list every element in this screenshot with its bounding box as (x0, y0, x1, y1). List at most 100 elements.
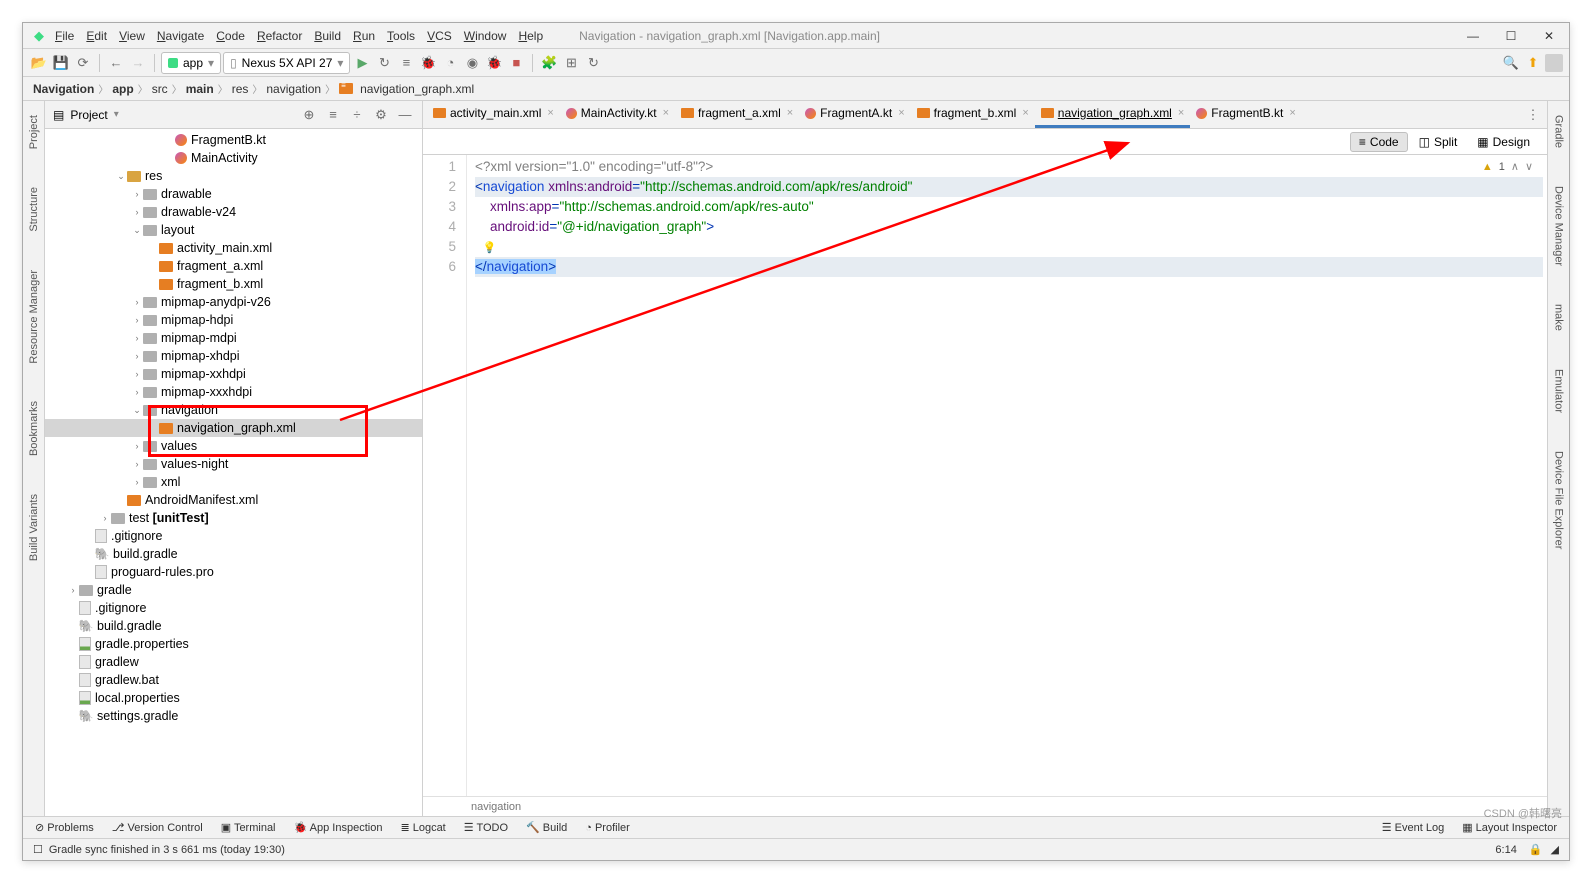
menu-navigate[interactable]: Navigate (151, 27, 210, 45)
tool-build[interactable]: 🔨 Build (526, 821, 567, 834)
tree-item[interactable]: proguard-rules.pro (45, 563, 422, 581)
tool-window-device-manager[interactable]: Device Manager (1553, 182, 1565, 270)
tree-item[interactable]: .gitignore (45, 599, 422, 617)
tree-item[interactable]: ⌄layout (45, 221, 422, 239)
editor-tab[interactable]: activity_main.xml× (427, 102, 560, 128)
editor-tab[interactable]: MainActivity.kt× (560, 102, 675, 128)
tree-item[interactable]: gradlew (45, 653, 422, 671)
editor-tab[interactable]: FragmentB.kt× (1190, 102, 1301, 128)
tree-item[interactable]: ›mipmap-hdpi (45, 311, 422, 329)
editor-tab[interactable]: fragment_a.xml× (675, 102, 799, 128)
expand-icon[interactable]: ≡ (324, 106, 342, 124)
tabs-menu-icon[interactable]: ⋮ (1523, 105, 1543, 125)
tree-item[interactable]: ⌄res (45, 167, 422, 185)
device-selector[interactable]: ▯ Nexus 5X API 27▾ (223, 52, 350, 74)
editor-tab[interactable]: fragment_b.xml× (911, 102, 1035, 128)
menu-help[interactable]: Help (512, 27, 549, 45)
tool-window-gradle[interactable]: Gradle (1553, 111, 1565, 152)
settings-icon[interactable]: ⚙ (372, 106, 390, 124)
close-button[interactable]: ✕ (1541, 28, 1557, 44)
tree-item[interactable]: local.properties (45, 689, 422, 707)
tree-item[interactable]: FragmentB.kt (45, 131, 422, 149)
tree-item[interactable]: 🐘settings.gradle (45, 707, 422, 725)
target-icon[interactable]: ⊕ (300, 106, 318, 124)
project-view-selector[interactable]: Project (70, 108, 107, 122)
breadcrumb-item[interactable]: app (112, 82, 133, 96)
tool-window-device-file-explorer[interactable]: Device File Explorer (1553, 447, 1565, 553)
tree-item[interactable]: ⌄navigation (45, 401, 422, 419)
tool-logcat[interactable]: ≣ Logcat (400, 821, 445, 834)
tree-item[interactable]: ›gradle (45, 581, 422, 599)
split-view-button[interactable]: ◫Split (1410, 132, 1467, 152)
breadcrumb-item[interactable]: navigation (266, 82, 321, 96)
sync-gradle-icon[interactable]: ↻ (583, 53, 603, 73)
menu-vcs[interactable]: VCS (421, 27, 458, 45)
tool-app-inspection[interactable]: 🐞 App Inspection (294, 821, 383, 834)
menu-view[interactable]: View (113, 27, 151, 45)
tool-terminal[interactable]: ▣ Terminal (221, 821, 276, 834)
menu-window[interactable]: Window (458, 27, 513, 45)
attach-icon[interactable]: ◉ (462, 53, 482, 73)
tool-window-build-variants[interactable]: Build Variants (28, 490, 40, 565)
tree-item[interactable]: ›xml (45, 473, 422, 491)
tree-item[interactable]: 🐘build.gradle (45, 617, 422, 635)
tool-version-control[interactable]: ⎇ Version Control (112, 821, 203, 834)
tool-todo[interactable]: ☰ TODO (464, 821, 508, 834)
tool-layout-inspector[interactable]: ▦ Layout Inspector (1462, 821, 1557, 834)
module-selector[interactable]: app▾ (161, 52, 221, 74)
coverage-icon[interactable]: ↻ (374, 53, 394, 73)
inspection-widget[interactable]: ▲1 ∧∨ (1482, 157, 1533, 177)
breadcrumb-item[interactable]: Navigation (33, 82, 94, 96)
error-stripe[interactable] (1535, 155, 1547, 796)
tree-item[interactable]: ›drawable (45, 185, 422, 203)
tree-item[interactable]: activity_main.xml (45, 239, 422, 257)
tool-event-log[interactable]: ☰ Event Log (1382, 821, 1444, 834)
run-button[interactable]: ▶ (352, 53, 372, 73)
menu-file[interactable]: File (49, 27, 80, 45)
stop-icon[interactable]: 🐞 (484, 53, 504, 73)
tree-item[interactable]: ›mipmap-xxxhdpi (45, 383, 422, 401)
editor-tab[interactable]: FragmentA.kt× (799, 102, 910, 128)
avd-icon[interactable]: 🧩 (539, 53, 559, 73)
tree-item[interactable]: ›values (45, 437, 422, 455)
tree-item[interactable]: navigation_graph.xml (45, 419, 422, 437)
notifications-icon[interactable]: ⬆ (1523, 53, 1543, 73)
tree-item[interactable]: fragment_b.xml (45, 275, 422, 293)
tool-window-resource-manager[interactable]: Resource Manager (28, 266, 40, 368)
design-view-button[interactable]: ▦Design (1468, 132, 1539, 152)
breadcrumb-item[interactable]: main (186, 82, 214, 96)
tree-item[interactable]: gradlew.bat (45, 671, 422, 689)
tree-item[interactable]: AndroidManifest.xml (45, 491, 422, 509)
tool-window-emulator[interactable]: Emulator (1553, 365, 1565, 417)
menu-refactor[interactable]: Refactor (251, 27, 308, 45)
tree-item[interactable]: MainActivity (45, 149, 422, 167)
tool-profiler[interactable]: ◔ Profiler (585, 822, 630, 834)
indicator-icon[interactable]: ◢ (1551, 843, 1559, 856)
code-editor[interactable]: 123456 ▲1 ∧∨ <?xml version="1.0" encodin… (423, 155, 1547, 796)
code-content[interactable]: ▲1 ∧∨ <?xml version="1.0" encoding="utf-… (467, 155, 1547, 796)
menu-code[interactable]: Code (210, 27, 251, 45)
debug-tools-icon[interactable]: ≡ (396, 53, 416, 73)
open-icon[interactable]: 📂 (29, 53, 49, 73)
tool-window-project[interactable]: Project (28, 111, 40, 153)
lock-icon[interactable]: 🔒 (1529, 843, 1543, 856)
forward-icon[interactable]: → (128, 53, 148, 73)
menu-tools[interactable]: Tools (381, 27, 421, 45)
tree-item[interactable]: ›mipmap-xxhdpi (45, 365, 422, 383)
sync-icon[interactable]: ⟳ (73, 53, 93, 73)
code-view-button[interactable]: ≡Code (1350, 132, 1408, 152)
tool-window-structure[interactable]: Structure (28, 183, 40, 236)
tool-window-make[interactable]: make (1553, 300, 1565, 335)
collapse-icon[interactable]: ÷ (348, 106, 366, 124)
breadcrumb-item[interactable]: navigation_graph.xml (360, 82, 474, 96)
search-icon[interactable]: 🔍 (1501, 53, 1521, 73)
sdk-icon[interactable]: ⊞ (561, 53, 581, 73)
tree-item[interactable]: gradle.properties (45, 635, 422, 653)
breadcrumb-item[interactable]: res (232, 82, 249, 96)
tool-problems[interactable]: ⊘ Problems (35, 821, 94, 834)
tool-window-bookmarks[interactable]: Bookmarks (28, 397, 40, 460)
tree-item[interactable]: ›mipmap-xhdpi (45, 347, 422, 365)
breadcrumb-item[interactable]: src (152, 82, 168, 96)
hint-bulb-icon[interactable]: 💡 (483, 242, 497, 254)
menu-run[interactable]: Run (347, 27, 381, 45)
